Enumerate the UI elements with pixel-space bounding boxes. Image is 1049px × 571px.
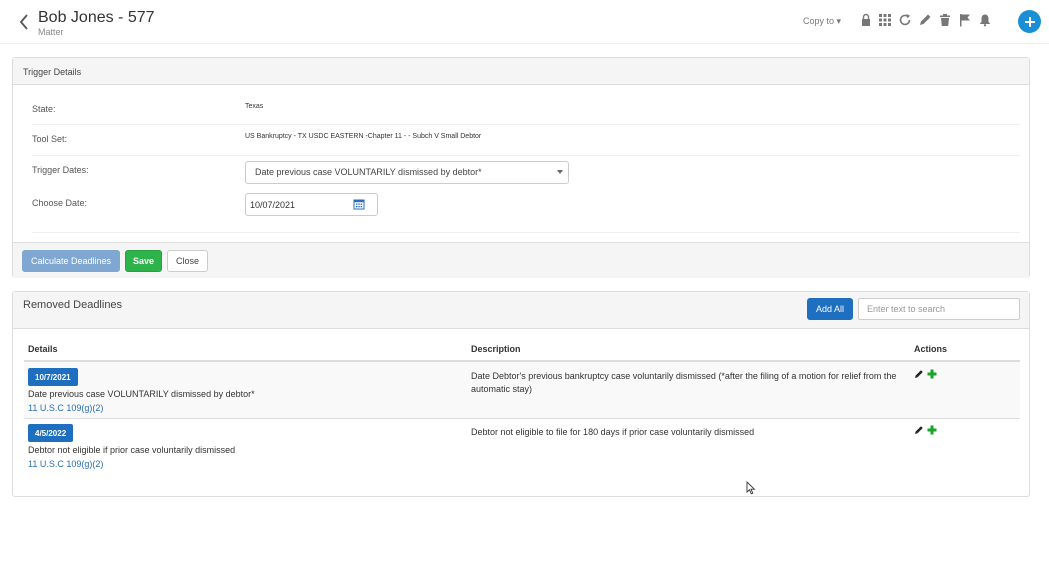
- rule-link[interactable]: 11 U.S.C 109(g)(2): [28, 403, 103, 413]
- trigger-actions-bar: Calculate Deadlines Save Close: [13, 242, 1029, 278]
- divider: [32, 155, 1020, 156]
- removed-deadlines-panel: Removed Deadlines Add All Details Descri…: [12, 291, 1030, 497]
- bell-icon[interactable]: [978, 13, 992, 29]
- choose-date-label: Choose Date:: [32, 198, 88, 208]
- table-row: 10/7/2021 Date previous case VOLUNTARILY…: [24, 362, 1020, 418]
- column-header-description: Description: [471, 344, 521, 354]
- calculate-deadlines-button[interactable]: Calculate Deadlines: [22, 250, 120, 272]
- divider: [32, 232, 1020, 233]
- back-chevron-icon[interactable]: [17, 12, 33, 32]
- grid-icon[interactable]: [878, 13, 892, 29]
- date-badge: 4/5/2022: [28, 424, 74, 442]
- toolset-label: Tool Set:: [32, 134, 68, 144]
- state-label: State:: [32, 104, 56, 114]
- save-button[interactable]: Save: [125, 250, 162, 272]
- refresh-icon[interactable]: [898, 13, 912, 29]
- lock-icon[interactable]: [859, 13, 873, 29]
- row-detail-text: Debtor not eligible if prior case volunt…: [28, 445, 236, 455]
- trigger-dates-select[interactable]: Date previous case VOLUNTARILY dismissed…: [245, 161, 569, 184]
- close-button[interactable]: Close: [167, 250, 208, 272]
- page-subtitle: Matter: [38, 27, 64, 37]
- row-actions: [914, 369, 937, 379]
- row-description-text: Debtor not eligible to file for 180 days…: [471, 427, 755, 437]
- state-row: State: Texas: [32, 103, 1020, 133]
- add-fab-button[interactable]: [1018, 10, 1041, 33]
- search-input[interactable]: [858, 298, 1020, 320]
- toolset-row: Tool Set: US Bankruptcy - TX USDC EASTER…: [32, 133, 1020, 163]
- mouse-cursor-icon: [746, 481, 756, 495]
- state-value: Texas: [245, 103, 264, 110]
- table-row: 4/5/2022 Debtor not eligible if prior ca…: [24, 419, 1020, 471]
- pencil-icon[interactable]: [918, 13, 932, 29]
- column-header-actions: Actions: [914, 344, 948, 354]
- caret-down-icon: [557, 170, 563, 174]
- copy-to-dropdown[interactable]: Copy to ▾: [803, 16, 841, 27]
- add-plus-icon[interactable]: [927, 425, 937, 435]
- divider: [32, 124, 1020, 125]
- row-actions: [914, 425, 937, 435]
- column-header-details: Details: [28, 344, 58, 354]
- trigger-details-panel: Trigger Details State: Texas Tool Set: U…: [12, 57, 1030, 278]
- edit-pencil-icon[interactable]: [914, 425, 924, 435]
- trigger-details-heading: Trigger Details: [13, 58, 1029, 85]
- calendar-icon[interactable]: [353, 198, 365, 210]
- add-plus-icon[interactable]: [927, 369, 937, 379]
- flag-icon[interactable]: [958, 13, 972, 29]
- edit-pencil-icon[interactable]: [914, 369, 924, 379]
- date-badge: 10/7/2021: [28, 368, 78, 386]
- toolset-value: US Bankruptcy - TX USDC EASTERN -Chapter…: [245, 133, 482, 140]
- page-header: Bob Jones - 577 Matter Copy to ▾: [0, 0, 1049, 44]
- row-detail-text: Date previous case VOLUNTARILY dismissed…: [28, 389, 255, 399]
- page-title: Bob Jones - 577: [38, 9, 155, 26]
- row-description-text: Date Debtor's previous bankruptcy case v…: [471, 371, 897, 394]
- removed-deadlines-header: Removed Deadlines Add All: [13, 292, 1029, 329]
- trash-icon[interactable]: [938, 13, 952, 29]
- rule-link[interactable]: 11 U.S.C 109(g)(2): [28, 459, 103, 469]
- removed-deadlines-heading: Removed Deadlines: [23, 299, 123, 311]
- trigger-dates-selected-value: Date previous case VOLUNTARILY dismissed…: [255, 167, 482, 177]
- plus-icon: [1024, 16, 1035, 27]
- trigger-dates-label: Trigger Dates:: [32, 165, 89, 175]
- choose-date-row: Choose Date:: [32, 198, 1020, 228]
- choose-date-value: 10/07/2021: [250, 200, 296, 210]
- add-all-button[interactable]: Add All: [807, 298, 853, 320]
- choose-date-input[interactable]: 10/07/2021: [245, 193, 378, 216]
